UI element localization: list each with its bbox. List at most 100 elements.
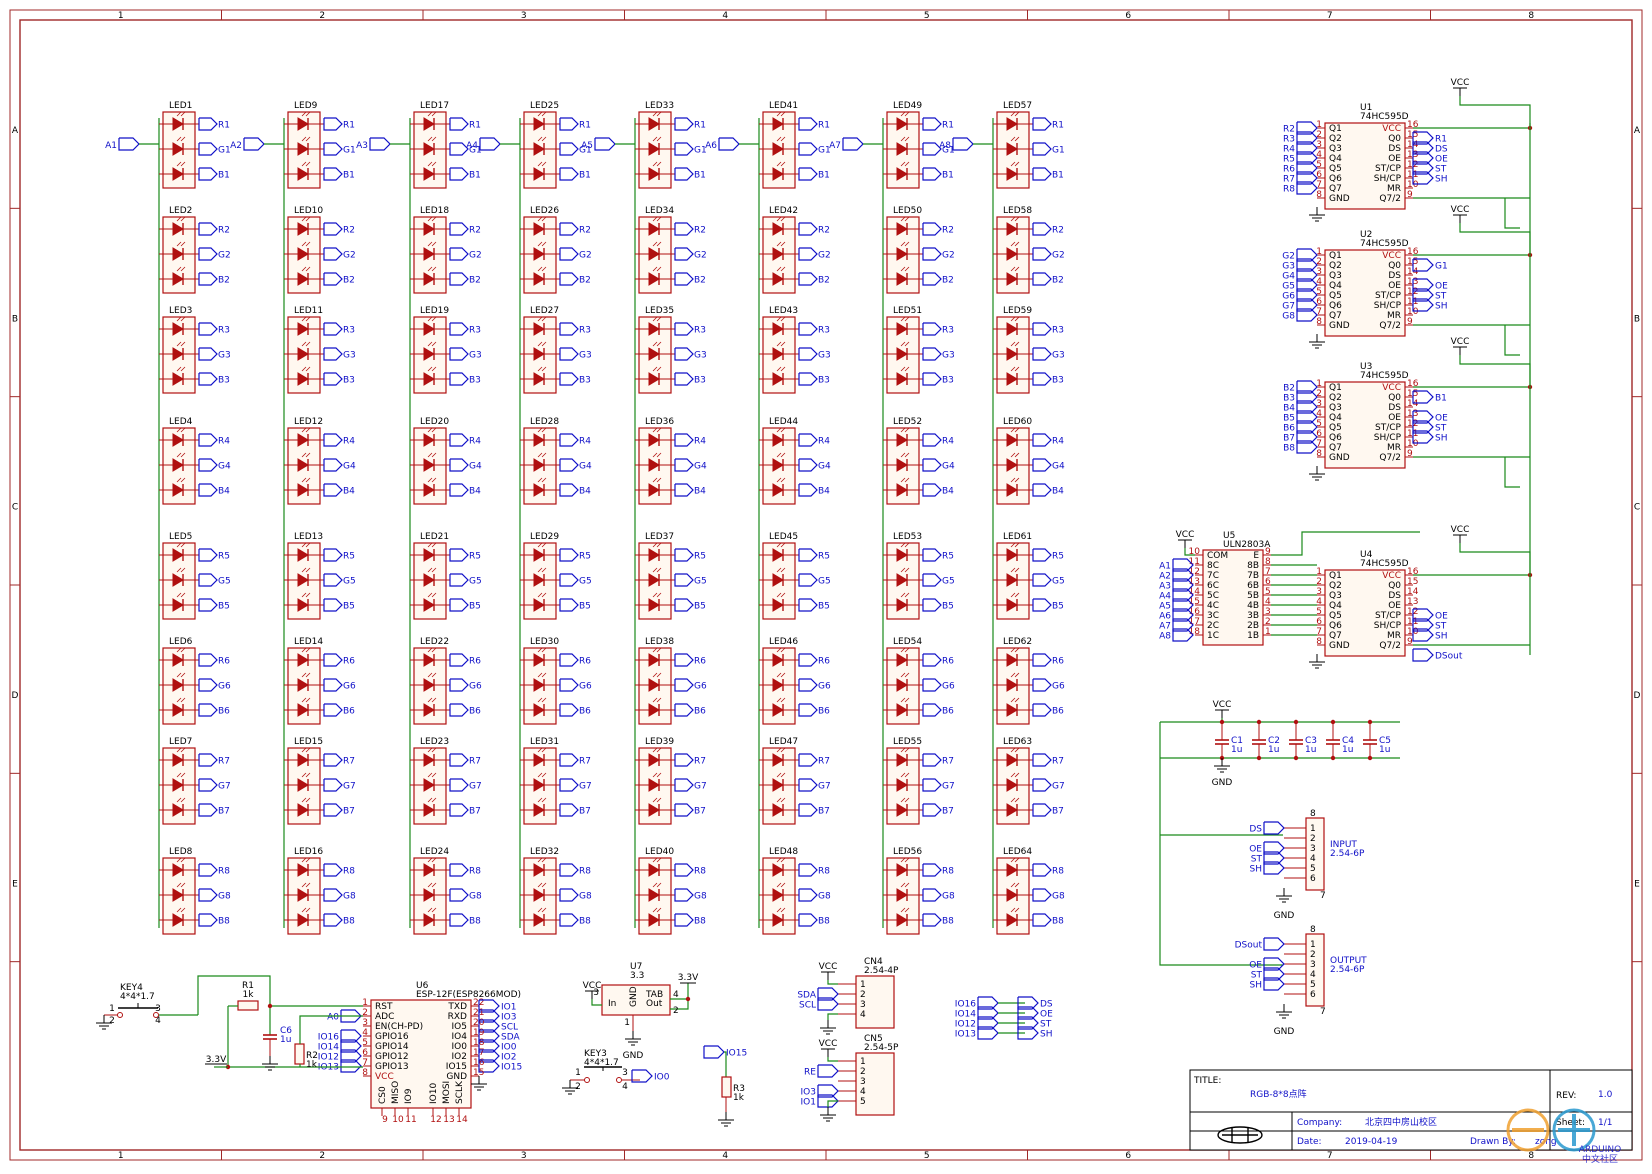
- cathode-flag: [798, 322, 818, 336]
- led-ref: LED37: [645, 532, 674, 542]
- rgb-led: LED7 R7 G7 B7: [159, 737, 231, 825]
- cathode-flag: [1032, 573, 1052, 587]
- led-ref: LED18: [420, 206, 449, 216]
- cathode-label: R5: [469, 552, 481, 562]
- uln-input-label: A3: [1159, 582, 1171, 592]
- rgb-led: LED63 R7 G7 B7: [993, 737, 1065, 825]
- pin-number: 6: [1265, 577, 1271, 587]
- rgb-led: LED11 R3 G3 B3: [284, 306, 356, 394]
- rgb-led: LED27 R3 G3 B3: [520, 306, 592, 394]
- chip-vcc-label: VCC: [1451, 205, 1470, 215]
- rgb-led: LED32 R8 G8 B8: [520, 847, 592, 935]
- cathode-flag: [1032, 372, 1052, 386]
- cathode-flag: [1032, 598, 1052, 612]
- resistor-body: [237, 1000, 259, 1011]
- cathode-flag: [323, 322, 343, 336]
- uln-input-label: A5: [1159, 602, 1171, 612]
- pin-name: IO5: [452, 1022, 467, 1032]
- cathode-flag: [922, 117, 942, 131]
- resistor-value: 1k: [243, 990, 255, 1000]
- watermark-text: ARDUINO: [1579, 1145, 1621, 1155]
- chip-input-label: G2: [1282, 252, 1295, 262]
- cathode-label: B3: [1052, 376, 1064, 386]
- pin-name: Q6: [1329, 621, 1342, 631]
- cathode-label: R2: [694, 226, 706, 236]
- pin-name: Q0: [1388, 261, 1401, 271]
- pin-number: 3: [1316, 587, 1322, 597]
- pin-number: 15: [1407, 577, 1418, 587]
- connector-net-label: DSout: [1235, 941, 1263, 951]
- column-marker-top: 2: [319, 11, 325, 21]
- led-ref: LED42: [769, 206, 798, 216]
- resistor-value: 1k: [306, 1060, 318, 1070]
- cathode-flag: [449, 753, 469, 767]
- led-ref: LED32: [530, 847, 559, 857]
- led-ref: LED43: [769, 306, 798, 316]
- anode-flag: [243, 137, 265, 151]
- cathode-label: B1: [1052, 171, 1064, 181]
- cathode-flag: [1032, 458, 1052, 472]
- cathode-flag: [323, 142, 343, 156]
- pin-name: 4B: [1247, 601, 1259, 611]
- connector-vcc-wire: [827, 1057, 838, 1062]
- cathode-flag: [323, 167, 343, 181]
- cathode-label: G1: [218, 146, 231, 156]
- connector-pin-number: 5: [1310, 864, 1316, 874]
- cathode-flag: [323, 372, 343, 386]
- cathode-flag: [198, 573, 218, 587]
- cathode-flag: [323, 483, 343, 497]
- cathode-label: G3: [1052, 351, 1065, 361]
- pin-name: COM: [1207, 551, 1228, 561]
- cathode-flag: [674, 653, 694, 667]
- cathode-label: B4: [694, 487, 706, 497]
- chip-vcc-label: VCC: [1451, 525, 1470, 535]
- led-ref: LED45: [769, 532, 798, 542]
- cathode-label: R6: [818, 657, 830, 667]
- anode-label: A8: [939, 141, 951, 151]
- cathode-label: B1: [694, 171, 706, 181]
- anode-label: A3: [356, 141, 368, 151]
- cathode-label: B6: [942, 707, 954, 717]
- key3-net-label: IO0: [654, 1073, 670, 1083]
- cathode-label: B2: [579, 276, 591, 286]
- cathode-label: G6: [469, 682, 482, 692]
- cathode-label: G3: [818, 351, 831, 361]
- cathode-flag: [674, 347, 694, 361]
- cathode-label: R4: [942, 437, 954, 447]
- pin-name: DS: [1388, 591, 1401, 601]
- rgb-led: LED14 R6 G6 B6: [284, 637, 356, 725]
- key-pin-number: 3: [622, 1068, 628, 1078]
- pin-name: Q7: [1329, 631, 1342, 641]
- key-pin-number: 3: [155, 1004, 161, 1014]
- netmap-right-label: ST: [1040, 1020, 1052, 1030]
- esp-part: ESP-12F(ESP8266MOD): [416, 990, 521, 1000]
- cathode-label: G4: [218, 462, 231, 472]
- pin-name: Q7/2: [1379, 321, 1401, 331]
- cathode-label: G8: [694, 892, 707, 902]
- cathode-label: G8: [1052, 892, 1065, 902]
- pin-number: 14: [1407, 587, 1419, 597]
- company-value: 北京四中房山校区: [1365, 1116, 1437, 1128]
- cathode-flag: [1032, 117, 1052, 131]
- led-ref: LED7: [169, 737, 192, 747]
- cathode-label: B6: [469, 707, 481, 717]
- pin-name: Q3: [1329, 144, 1342, 154]
- cathode-flag: [798, 888, 818, 902]
- rev-value: 1.0: [1598, 1090, 1613, 1100]
- cathode-label: B7: [218, 807, 230, 817]
- key-pin-number: 2: [109, 1016, 115, 1026]
- led-ref: LED21: [420, 532, 449, 542]
- cathode-flag: [559, 753, 579, 767]
- cathode-label: B3: [579, 376, 591, 386]
- led-ref: LED22: [420, 637, 449, 647]
- cathode-flag: [449, 458, 469, 472]
- junction-dot: [1330, 755, 1336, 761]
- chip-output-label: ST: [1435, 292, 1447, 302]
- chip-output-label: OE: [1435, 282, 1448, 292]
- connector-pin-number: 6: [1310, 874, 1316, 884]
- cathode-label: B2: [942, 276, 954, 286]
- pin-name: DS: [1388, 403, 1401, 413]
- pin-name: GND: [1329, 194, 1350, 204]
- cathode-flag: [323, 888, 343, 902]
- chip-input-label: R4: [1283, 145, 1295, 155]
